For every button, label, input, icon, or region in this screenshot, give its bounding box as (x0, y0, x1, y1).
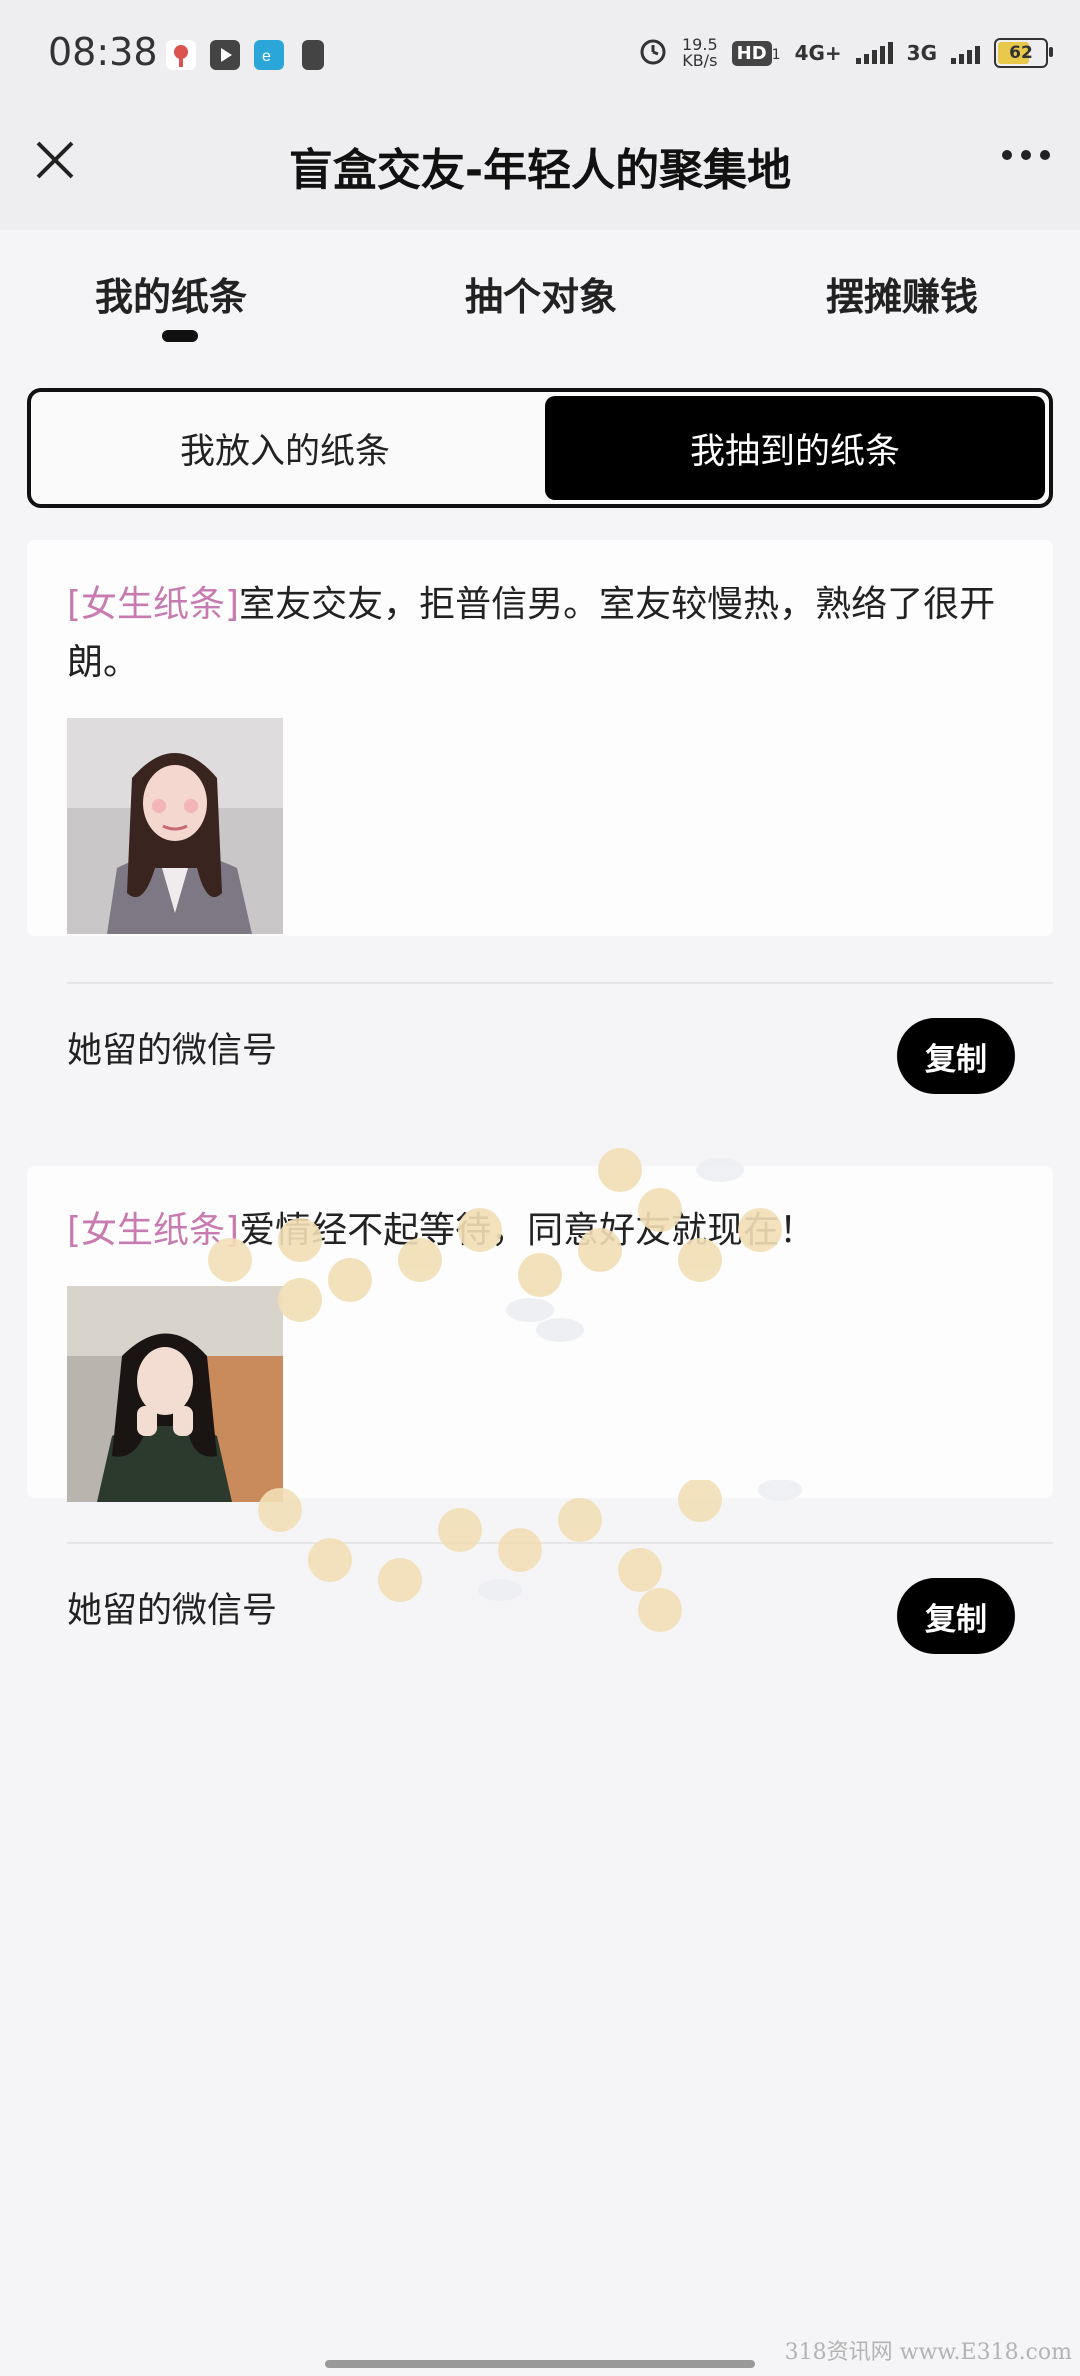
copy-button[interactable]: 复制 (897, 1578, 1015, 1654)
net-speed: 19.5 KB/s (682, 37, 718, 69)
more-dot-icon (1021, 150, 1031, 160)
tab-stall-earn[interactable]: 摆摊赚钱 (826, 266, 978, 321)
signal-bars-icon-2 (951, 42, 980, 64)
more-dot-icon (1040, 150, 1050, 160)
note-tag: [女生纸条] (67, 584, 240, 625)
wechat-id-label: 她留的微信号 (67, 1031, 278, 1071)
battery-level: 62 (1009, 43, 1033, 63)
page-title: 盲盒交友-年轻人的聚集地 (288, 145, 792, 196)
more-options-button[interactable] (1002, 150, 1050, 160)
note-card: [女生纸条]室友交友，拒普信男。室友较慢热，熟络了很开朗。 她留的微信号 复制 (27, 540, 1053, 1094)
main-content: 我的纸条 抽个对象 摆摊赚钱 我放入的纸条 我抽到的纸条 [女生纸条]室友交友，… (0, 230, 1080, 2376)
status-time: 08:38 (48, 30, 158, 74)
card-divider (67, 1542, 1053, 1544)
svg-text:e: e (262, 48, 271, 65)
note-photo[interactable] (67, 1286, 283, 1502)
hd-sub: 1 (771, 46, 781, 63)
tab-draw-partner[interactable]: 抽个对象 (465, 266, 617, 321)
tab-my-notes[interactable]: 我的纸条 (95, 266, 247, 321)
browser-app-icon: e (254, 40, 284, 70)
map-pin-app-icon (166, 40, 196, 70)
segment-my-drawn-notes[interactable]: 我抽到的纸条 (545, 396, 1045, 500)
hd-badge: HD 1 (731, 40, 781, 66)
segmented-control: 我放入的纸条 我抽到的纸条 (27, 388, 1053, 508)
segment-my-put-notes[interactable]: 我放入的纸条 (35, 396, 535, 500)
status-bar: 08:38 e 19.5 KB/s HD 1 4G+ 3G 62 (0, 0, 1080, 110)
active-tab-indicator (162, 330, 198, 342)
network-4g-label: 4G+ (794, 41, 842, 65)
note-tag: [女生纸条] (67, 1210, 240, 1251)
net-speed-unit: KB/s (682, 51, 718, 70)
note-text: 爱情经不起等待，同意好友就现在！ (239, 1210, 816, 1251)
note-photo[interactable] (67, 718, 283, 934)
status-indicators: 19.5 KB/s HD 1 4G+ 3G 62 (638, 36, 1053, 70)
tab-bar: 我的纸条 抽个对象 摆摊赚钱 (0, 230, 1080, 350)
more-dot-icon (1002, 150, 1012, 160)
network-3g-label: 3G (906, 41, 937, 65)
hd-label: HD (731, 40, 772, 66)
header: 盲盒交友-年轻人的聚集地 (0, 110, 1080, 220)
note-text-block: [女生纸条]室友交友，拒普信男。室友较慢热，熟络了很开朗。 (67, 576, 1013, 692)
note-text-block: [女生纸条]爱情经不起等待，同意好友就现在！ (67, 1202, 1013, 1260)
battery-icon: 62 (994, 38, 1053, 68)
card-divider (67, 982, 1053, 984)
clipboard-app-icon (302, 40, 324, 70)
note-card: [女生纸条]爱情经不起等待，同意好友就现在！ 她留的微信号 复制 (27, 1166, 1053, 1654)
alarm-icon (638, 36, 668, 70)
home-indicator[interactable] (325, 2360, 755, 2368)
wechat-id-label: 她留的微信号 (67, 1591, 278, 1631)
signal-bars-icon (855, 42, 893, 64)
video-app-icon (210, 40, 240, 70)
copy-button[interactable]: 复制 (897, 1018, 1015, 1094)
site-watermark: 318资讯网 www.E318.com (784, 2340, 1072, 2365)
